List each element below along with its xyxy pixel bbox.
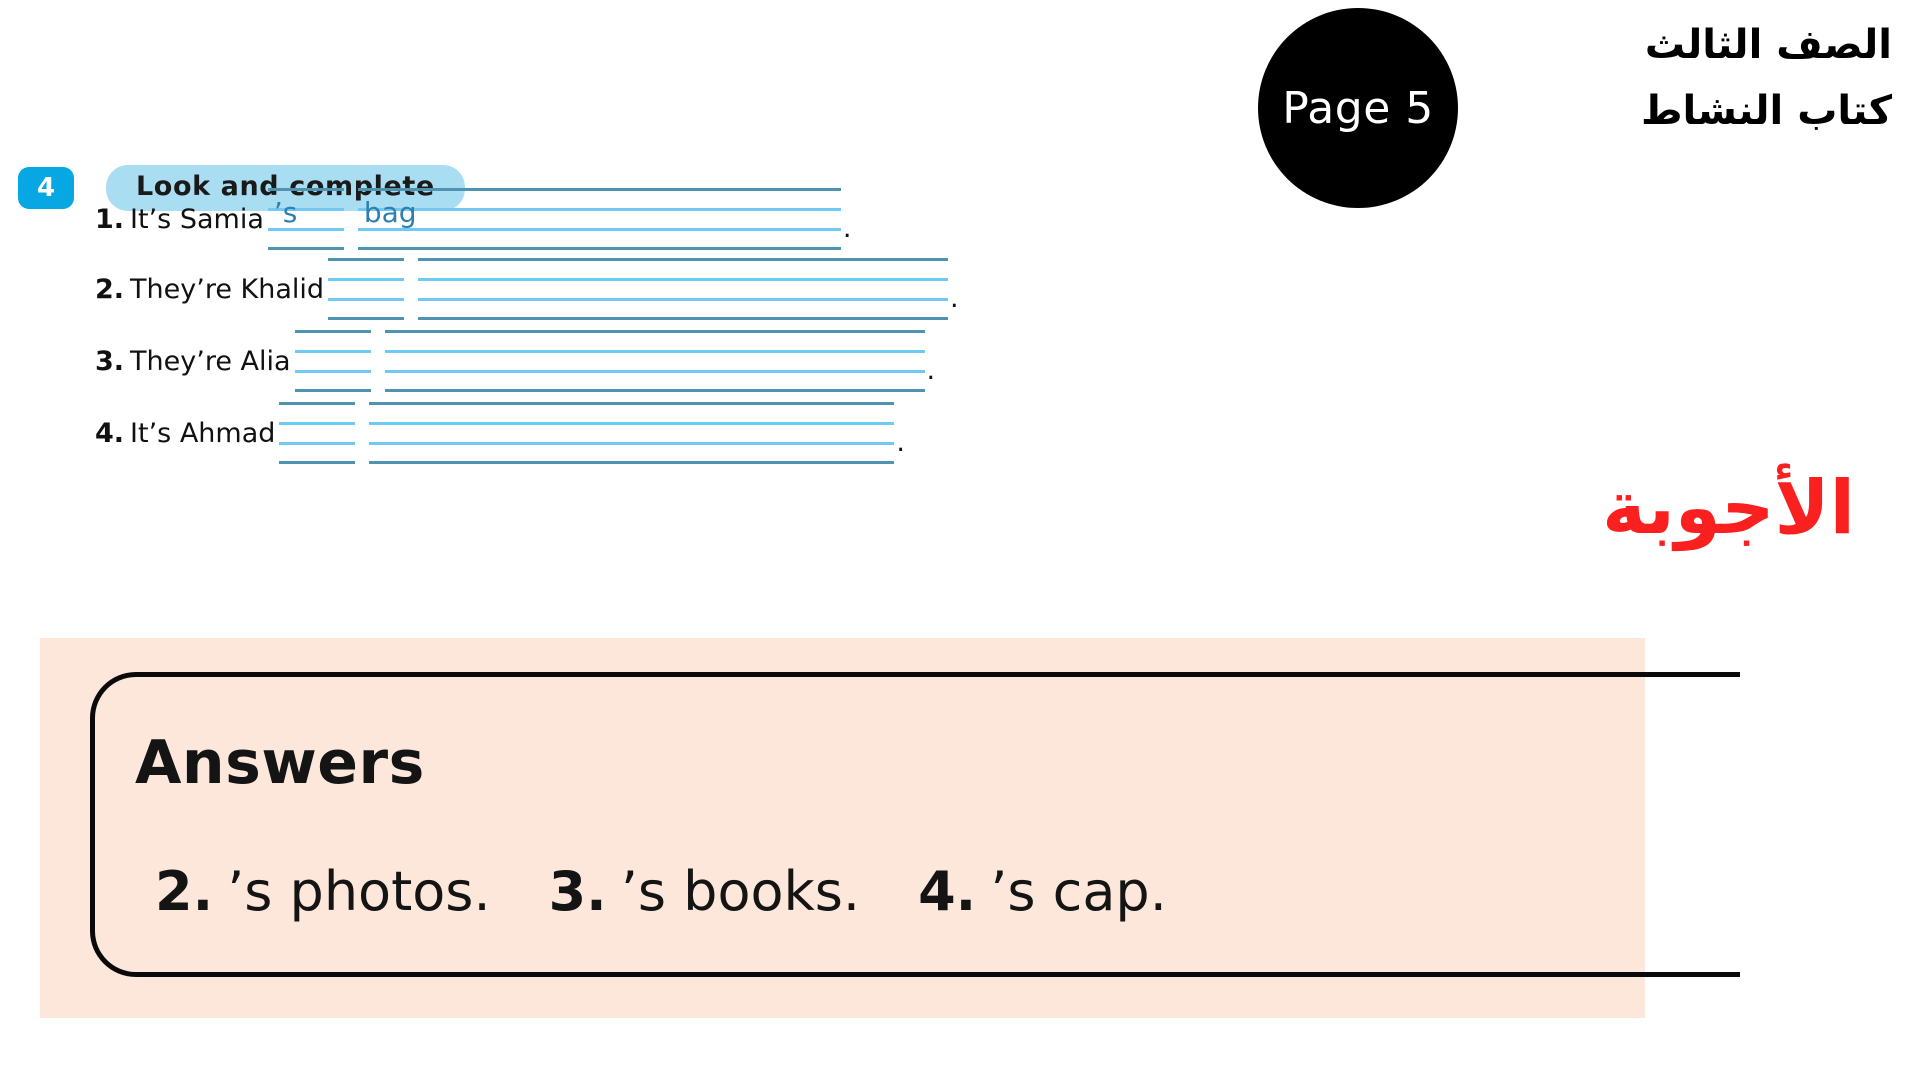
exercise-row-1-period: . bbox=[842, 213, 852, 244]
exercise-row-1-short-answer: ’s bbox=[273, 196, 298, 229]
exercise-row-3-prompt: They’re Alia bbox=[130, 345, 291, 377]
exercise-row-1-prompt: It’s Samia bbox=[130, 203, 264, 235]
guide-line-bottom bbox=[328, 317, 405, 320]
page-number-label: Page 5 bbox=[1282, 82, 1434, 134]
arabic-book-line: كتاب النشاط bbox=[1640, 88, 1892, 134]
guide-line-bottom bbox=[279, 461, 356, 464]
guide-line-top bbox=[369, 402, 895, 405]
guide-line-top bbox=[384, 330, 925, 333]
worksheet-page: الصف الثالث كتاب النشاط Page 5 4 Look an… bbox=[0, 0, 1920, 1080]
exercise-row-1-index: 1. bbox=[95, 203, 125, 235]
answer-item-4: 4. ’s cap. bbox=[918, 860, 1167, 923]
guide-line-mid-upper bbox=[418, 278, 949, 281]
answer-item-2: 2. ’s photos. bbox=[155, 860, 491, 923]
answer-item-2-number: 2. bbox=[155, 860, 214, 923]
exercise-row-2-prompt: They’re Khalid bbox=[130, 273, 325, 305]
guide-line-mid-lower bbox=[279, 442, 356, 445]
guide-line-mid-lower bbox=[418, 298, 949, 301]
guide-line-mid-lower bbox=[384, 370, 925, 373]
exercise-row-3-long-blank[interactable] bbox=[384, 330, 925, 392]
guide-line-top bbox=[418, 258, 949, 261]
guide-line-top bbox=[267, 188, 344, 191]
exercise-row-1: 1. It’s Samia ’s bag . bbox=[95, 188, 851, 250]
exercise-row-3: 3. They’re Alia . bbox=[95, 330, 935, 392]
answers-box bbox=[40, 638, 1740, 1018]
exercise-number-badge: 4 bbox=[18, 167, 74, 209]
exercise-row-3-short-blank[interactable] bbox=[294, 330, 371, 392]
exercise-row-4: 4. It’s Ahmad . bbox=[95, 402, 905, 464]
guide-line-bottom bbox=[384, 389, 925, 392]
exercise-row-4-index: 4. bbox=[95, 417, 125, 449]
guide-line-bottom bbox=[357, 247, 841, 250]
guide-line-bottom bbox=[267, 247, 344, 250]
guide-line-mid-upper bbox=[328, 278, 405, 281]
answer-item-3-value: ’s books. bbox=[620, 860, 861, 923]
guide-line-mid-lower bbox=[369, 442, 895, 445]
arabic-grade-line: الصف الثالث bbox=[1644, 22, 1892, 68]
exercise-row-3-index: 3. bbox=[95, 345, 125, 377]
guide-line-mid-lower bbox=[328, 298, 405, 301]
guide-line-top bbox=[279, 402, 356, 405]
exercise-row-4-prompt: It’s Ahmad bbox=[130, 417, 276, 449]
guide-line-top bbox=[357, 188, 841, 191]
exercise-row-4-period: . bbox=[896, 427, 905, 458]
exercise-row-1-long-answer: bag bbox=[363, 196, 417, 229]
answer-item-4-number: 4. bbox=[918, 860, 977, 923]
guide-line-mid-upper bbox=[357, 208, 841, 211]
guide-line-bottom bbox=[418, 317, 949, 320]
arabic-header: الصف الثالث كتاب النشاط bbox=[1641, 12, 1892, 144]
exercise-row-1-short-blank[interactable]: ’s bbox=[267, 188, 344, 250]
guide-line-mid-upper bbox=[279, 422, 356, 425]
answer-item-3-number: 3. bbox=[548, 860, 607, 923]
exercise-row-2: 2. They’re Khalid . bbox=[95, 258, 959, 320]
exercise-row-1-long-blank[interactable]: bag bbox=[357, 188, 841, 250]
exercise-row-2-long-blank[interactable] bbox=[418, 258, 949, 320]
answers-box-border bbox=[90, 672, 1740, 977]
exercise-row-2-short-blank[interactable] bbox=[328, 258, 405, 320]
guide-line-top bbox=[294, 330, 371, 333]
answer-item-3: 3. ’s books. bbox=[549, 860, 860, 923]
exercise-row-3-period: . bbox=[926, 355, 936, 386]
exercise-row-2-period: . bbox=[950, 283, 959, 314]
exercise-row-2-index: 2. bbox=[95, 273, 125, 305]
answers-box-title: Answers bbox=[135, 728, 425, 798]
answers-list: 2. ’s photos. 3. ’s books. 4. ’s cap. bbox=[155, 860, 1167, 923]
answer-item-4-value: ’s cap. bbox=[990, 860, 1167, 923]
exercise-row-4-short-blank[interactable] bbox=[279, 402, 356, 464]
page-number-badge: Page 5 bbox=[1258, 8, 1458, 208]
exercise-row-4-long-blank[interactable] bbox=[369, 402, 895, 464]
guide-line-mid-upper bbox=[294, 350, 371, 353]
guide-line-top bbox=[328, 258, 405, 261]
arabic-answers-label: الأجوبة bbox=[1602, 465, 1855, 551]
guide-line-mid-lower bbox=[294, 370, 371, 373]
guide-line-mid-lower bbox=[357, 228, 841, 231]
guide-line-bottom bbox=[294, 389, 371, 392]
guide-line-bottom bbox=[369, 461, 895, 464]
answer-item-2-value: ’s photos. bbox=[227, 860, 491, 923]
guide-line-mid-upper bbox=[369, 422, 895, 425]
guide-line-mid-upper bbox=[384, 350, 925, 353]
